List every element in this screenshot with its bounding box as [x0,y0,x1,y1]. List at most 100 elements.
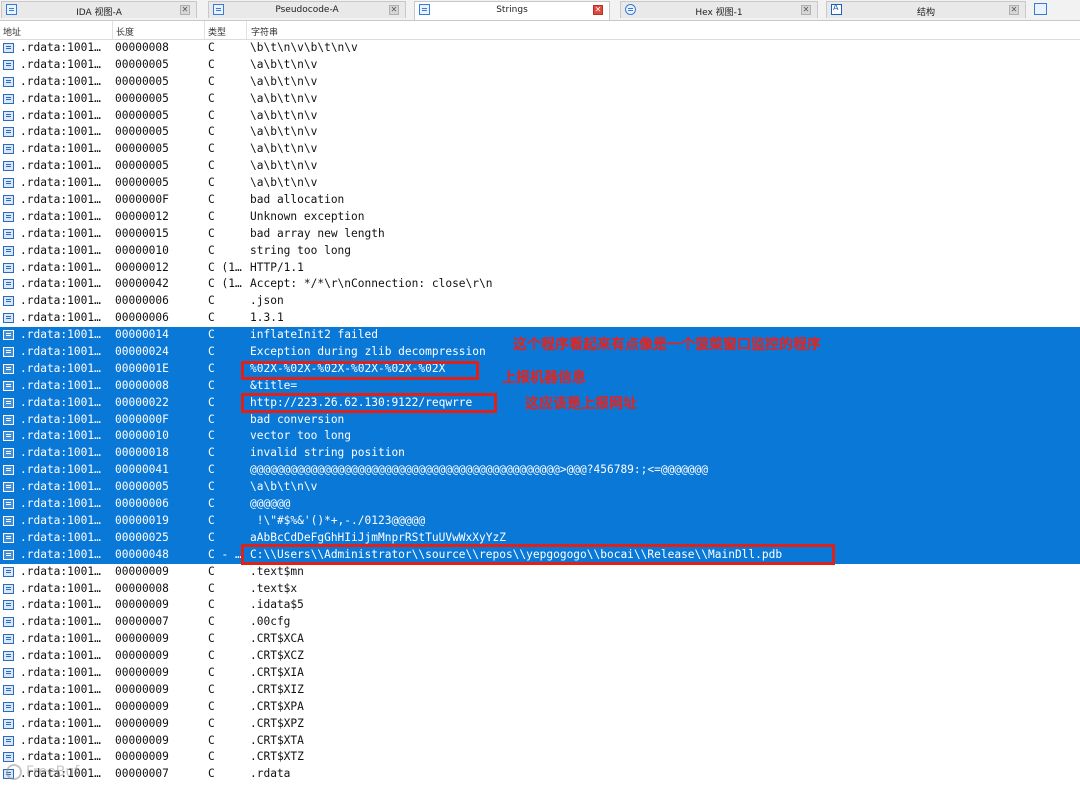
address-cell: .rdata:1001… [20,74,101,88]
table-row[interactable]: .rdata:1001… 00000006 C 1.3.1 [0,310,1080,327]
table-row[interactable]: .rdata:1001… 00000009 C .text$mn [0,564,1080,581]
table-row[interactable]: .rdata:1001… 00000009 C .idata$5 [0,597,1080,614]
type-cell: C [208,74,215,88]
string-cell: bad array new length [250,226,385,240]
address-cell: .rdata:1001… [20,176,101,190]
type-cell: C - … [208,547,242,561]
table-row[interactable]: .rdata:1001… 00000006 C @@@@@@ [0,496,1080,513]
length-cell: 00000005 [115,159,169,173]
length-cell: 00000005 [115,57,169,71]
type-cell: C [208,311,215,325]
address-cell: .rdata:1001… [20,378,101,392]
string-cell: \a\b\t\n\v [250,176,318,190]
table-row[interactable]: .rdata:1001… 00000005 C \a\b\t\n\v [0,124,1080,141]
length-cell: 00000018 [115,446,169,460]
tab-ida-view-a[interactable]: IDA 视图-A ✕ [1,1,197,18]
table-row[interactable]: .rdata:1001… 00000009 C .CRT$XTZ [0,749,1080,766]
table-row[interactable]: .rdata:1001… 00000019 C !\"#$%&'()*+,-./01… [0,512,1080,530]
tab-label: 结构 [916,8,935,18]
type-cell: C [208,41,215,54]
column-type[interactable]: 类型 [208,25,226,38]
string-item-icon [3,617,14,628]
address-cell: .rdata:1001… [20,243,101,257]
table-row[interactable]: .rdata:1001… 00000009 C .CRT$XCA [0,631,1080,648]
table-row[interactable]: .rdata:1001… 00000005 C \a\b\t\n\v [0,91,1080,108]
string-item-icon [3,634,14,645]
length-cell: 00000025 [115,530,169,544]
close-icon[interactable]: ✕ [801,5,811,15]
close-icon[interactable]: ✕ [1009,5,1019,15]
string-cell: .CRT$XIA [250,665,304,679]
close-icon[interactable]: ✕ [593,5,603,15]
table-row[interactable]: .rdata:1001… 00000010 Cstring too long [0,243,1080,260]
tab-strings[interactable]: Strings ✕ [414,1,610,20]
string-cell: \a\b\t\n\v [250,108,318,122]
address-cell: .rdata:1001… [20,91,101,105]
address-cell: .rdata:1001… [20,41,101,54]
string-item-icon [3,262,14,273]
string-item-icon [3,228,14,239]
string-item-icon [3,279,14,290]
column-string[interactable]: 字符串 [251,25,278,38]
close-icon[interactable]: ✕ [180,5,190,15]
table-row[interactable]: .rdata:1001… 00000009 C .CRT$XPA [0,699,1080,716]
address-cell: .rdata:1001… [20,311,101,325]
table-row[interactable]: .rdata:1001… 00000006 C .json [0,293,1080,310]
string-item-icon [3,195,14,206]
close-icon[interactable]: ✕ [389,5,399,15]
table-row[interactable]: .rdata:1001… 00000015 Cbad array new lengt… [0,226,1080,243]
annotation-report-url: 这应该是上报网址 [525,396,637,412]
string-item-icon [3,651,14,662]
table-row[interactable]: .rdata:1001… 00000005 C \a\b\t\n\v [0,158,1080,175]
string-item-icon [3,178,14,189]
table-row[interactable]: .rdata:1001… 00000009 C .CRT$XPZ [0,716,1080,733]
string-cell: Exception during zlib decompression [250,345,486,359]
string-item-icon [3,330,14,341]
enums-tab-icon[interactable] [1034,3,1047,15]
table-row[interactable]: .rdata:1001… 00000005 C \a\b\t\n\v [0,57,1080,74]
string-cell: .CRT$XPZ [250,716,304,730]
type-cell: C [208,328,215,342]
tab-hex-view-1[interactable]: Hex 视图-1 ✕ [620,1,818,18]
string-item-icon [3,566,14,577]
table-row[interactable]: .rdata:1001… 00000008 C .text$x [0,581,1080,598]
table-row[interactable]: .rdata:1001… 00000005 C \a\b\t\n\v [0,108,1080,125]
table-row[interactable]: .rdata:1001… 00000007 C .rdata [0,766,1080,783]
column-address[interactable]: 地址 [3,25,21,38]
table-row[interactable]: .rdata:1001… 00000018 Cinvalid string posi… [0,445,1080,463]
table-row[interactable]: .rdata:1001… 0000000F Cbad conversion [0,411,1080,429]
table-row[interactable]: .rdata:1001… 00000012 C (1… HTTP/1.1 [0,260,1080,277]
string-cell: \a\b\t\n\v [250,142,318,156]
table-row[interactable]: .rdata:1001… 00000012 C Unknown exception [0,209,1080,226]
string-cell: &title= [250,378,298,392]
table-row[interactable]: .rdata:1001… 00000005 C \a\b\t\n\v [0,175,1080,192]
table-row[interactable]: .rdata:1001… 00000009 C .CRT$XCZ [0,648,1080,665]
table-row[interactable]: .rdata:1001… 00000009 C .CRT$XTA [0,733,1080,750]
table-row[interactable]: .rdata:1001… 00000010 Cvector too long [0,428,1080,446]
string-cell: \a\b\t\n\v [250,159,318,173]
tab-structures[interactable]: 结构 ✕ [826,1,1026,18]
length-cell: 0000000F [115,193,169,207]
table-row[interactable]: .rdata:1001… 00000005 C \a\b\t\n\v [0,74,1080,91]
address-cell: .rdata:1001… [20,564,101,578]
length-cell: 00000009 [115,632,169,646]
type-cell: C [208,361,215,375]
table-row[interactable]: .rdata:1001… 00000005 C \a\b\t\n\v [0,141,1080,158]
string-item-icon [3,718,14,729]
table-row[interactable]: .rdata:1001… 00000042 C (1… Accept: */*\r\n… [0,276,1080,293]
table-row[interactable]: .rdata:1001… 00000041 C @@@@@@@@@@@@@@@@@@@… [0,462,1080,480]
string-item-icon [3,93,14,104]
string-item-icon [3,127,14,138]
type-cell: C [208,564,215,578]
table-row[interactable]: .rdata:1001… 0000000F Cbad allocation [0,192,1080,209]
column-length[interactable]: 长度 [116,25,134,38]
table-row[interactable]: .rdata:1001… 00000009 C .CRT$XIA [0,665,1080,682]
table-row[interactable]: .rdata:1001… 00000009 C .CRT$XIZ [0,682,1080,699]
highlight-pdb-path [241,544,835,565]
table-row[interactable]: .rdata:1001… 00000008 C \b\t\n\v\b\t\n\v [0,40,1080,57]
address-cell: .rdata:1001… [20,429,101,443]
table-row[interactable]: .rdata:1001… 00000007 C .00cfg [0,614,1080,631]
tab-pseudocode-a[interactable]: Pseudocode-A ✕ [208,1,406,18]
string-cell: inflateInit2 failed [250,328,378,342]
table-row[interactable]: .rdata:1001… 00000005 C \a\b\t\n\v [0,479,1080,497]
